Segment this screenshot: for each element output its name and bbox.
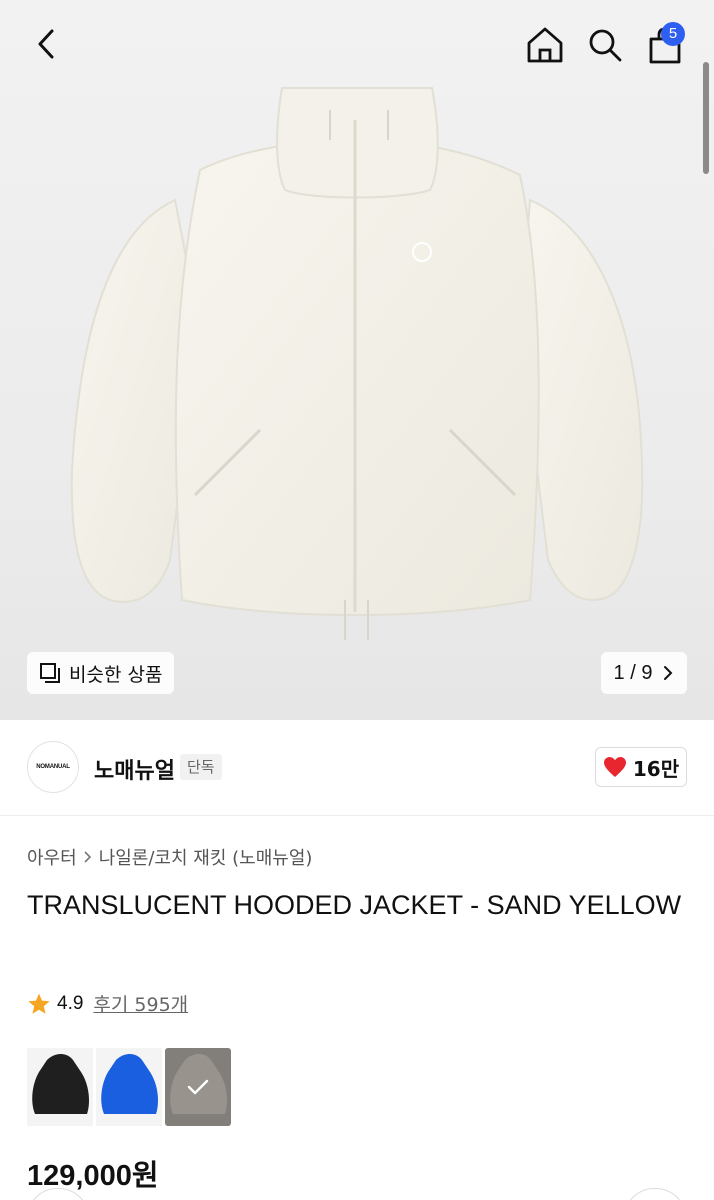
rating-score: 4.9 <box>57 992 84 1014</box>
exclusive-badge: 단독 <box>180 754 222 780</box>
breadcrumb-item[interactable]: 나일론/코치 재킷 (노매뉴얼) <box>99 844 313 870</box>
color-options <box>27 1048 231 1126</box>
back-arrow-icon <box>38 29 54 59</box>
review-count-link[interactable]: 후기 595개 <box>93 990 188 1017</box>
bottom-button-right[interactable] <box>624 1188 686 1200</box>
search-button[interactable] <box>582 22 628 68</box>
similar-products-icon <box>40 663 60 683</box>
back-button[interactable] <box>24 22 68 66</box>
chevron-right-icon <box>84 851 91 863</box>
color-thumbnail <box>101 1054 158 1114</box>
chevron-right-icon <box>664 666 673 680</box>
brand-row: NOMANUAL 노매뉴얼 단독 16만 <box>0 720 714 816</box>
similar-products-label: 비슷한 상품 <box>69 663 163 686</box>
search-icon <box>589 29 622 62</box>
similar-products-button[interactable]: 비슷한 상품 <box>27 652 175 694</box>
home-button[interactable] <box>522 22 568 68</box>
breadcrumb: 아우터 나일론/코치 재킷 (노매뉴얼) <box>27 844 312 870</box>
check-icon <box>187 1079 209 1095</box>
image-pager[interactable]: 1 / 9 <box>601 652 687 694</box>
cart-count-badge: 5 <box>661 22 685 46</box>
star-icon <box>28 993 50 1014</box>
product-image <box>70 87 644 640</box>
rating-summary: 4.9 후기 595개 <box>27 990 188 1017</box>
breadcrumb-item[interactable]: 아우터 <box>27 844 77 870</box>
product-price: 129,000원 <box>27 1160 159 1192</box>
color-option-sand[interactable] <box>165 1048 231 1126</box>
color-option-black[interactable] <box>27 1048 93 1126</box>
brand-logo[interactable]: NOMANUAL <box>27 741 79 793</box>
heart-icon <box>603 757 626 777</box>
selected-overlay <box>165 1048 231 1126</box>
product-title: TRANSLUCENT HOODED JACKET - SAND YELLOW <box>27 890 682 920</box>
product-image-carousel[interactable]: 5 비슷한 상품 1 / 9 <box>0 0 714 720</box>
home-icon <box>527 27 563 63</box>
scrollbar[interactable] <box>703 62 709 174</box>
like-count: 16만 <box>632 756 680 781</box>
brand-name[interactable]: 노매뉴얼 <box>94 753 175 785</box>
like-button[interactable]: 16만 <box>595 747 687 787</box>
color-option-blue[interactable] <box>96 1048 162 1126</box>
page-indicator: 1 / 9 <box>613 661 653 684</box>
color-thumbnail <box>32 1054 89 1114</box>
